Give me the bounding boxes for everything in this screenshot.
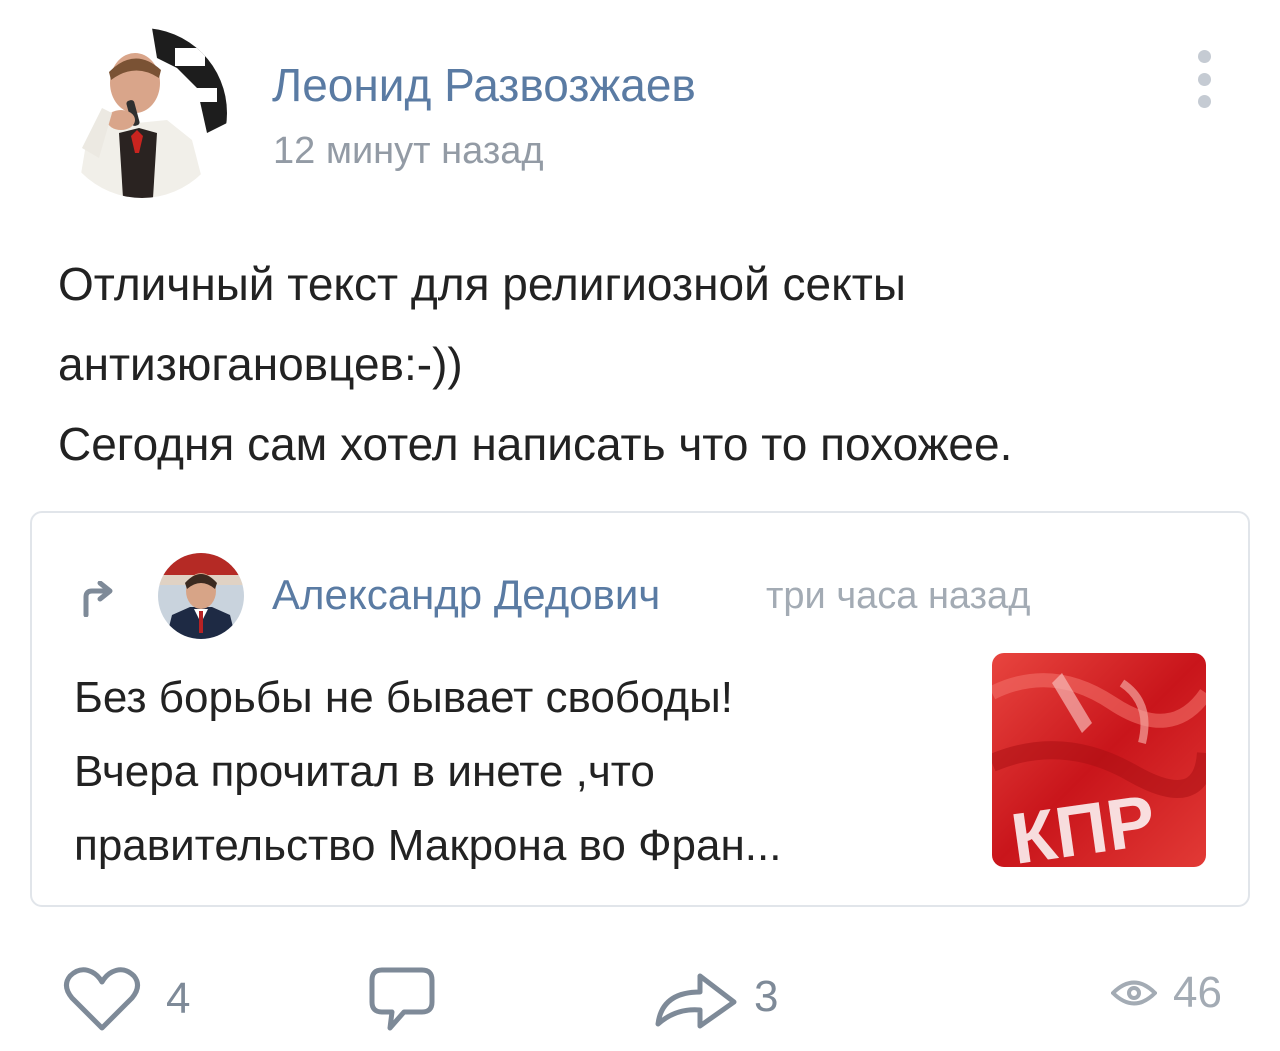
comment-button[interactable] — [368, 966, 436, 1032]
share-button[interactable]: 3 — [654, 962, 778, 1032]
views-counter: 46 — [1111, 968, 1222, 1018]
repost-text-line: Без борьбы не бывает свободы! — [74, 673, 734, 722]
repost-text-line: Вчера прочитал в инете ,что — [74, 747, 655, 796]
post-timestamp[interactable]: 12 минут назад — [273, 130, 544, 173]
comment-bubble-icon — [369, 967, 435, 1031]
post-text-line: антизюгановцев:-)) — [58, 338, 463, 390]
repost-author-avatar[interactable] — [158, 553, 244, 639]
views-count: 46 — [1173, 968, 1222, 1017]
repost-card[interactable]: Александр Дедович три часа назад Без бор… — [30, 511, 1250, 907]
post-text-line: Отличный текст для религиозной секты — [58, 258, 906, 310]
heart-icon — [64, 967, 140, 1031]
more-menu-icon[interactable] — [1184, 44, 1224, 114]
like-count: 4 — [166, 974, 191, 1023]
post-text-line: Сегодня сам хотел написать что то похоже… — [58, 418, 1013, 470]
author-avatar[interactable] — [57, 28, 227, 198]
repost-text[interactable]: Без борьбы не бывает свободы! Вчера проч… — [74, 661, 954, 883]
eye-icon — [1111, 980, 1158, 1006]
repost-thumbnail[interactable]: КПР — [992, 653, 1206, 867]
like-button[interactable]: 4 — [62, 966, 190, 1032]
wall-post: Леонид Развозжаев 12 минут назад Отличны… — [0, 0, 1280, 1051]
repost-author-name[interactable]: Александр Дедович — [272, 571, 660, 619]
post-text: Отличный текст для религиозной секты ант… — [58, 244, 1238, 484]
repost-text-line: правительство Макрона во Фран... — [74, 821, 782, 870]
share-arrow-icon — [655, 973, 737, 1029]
share-count: 3 — [754, 972, 779, 1021]
author-name[interactable]: Леонид Развозжаев — [272, 58, 696, 112]
repost-arrow-icon — [83, 581, 113, 617]
repost-timestamp: три часа назад — [766, 575, 1031, 617]
